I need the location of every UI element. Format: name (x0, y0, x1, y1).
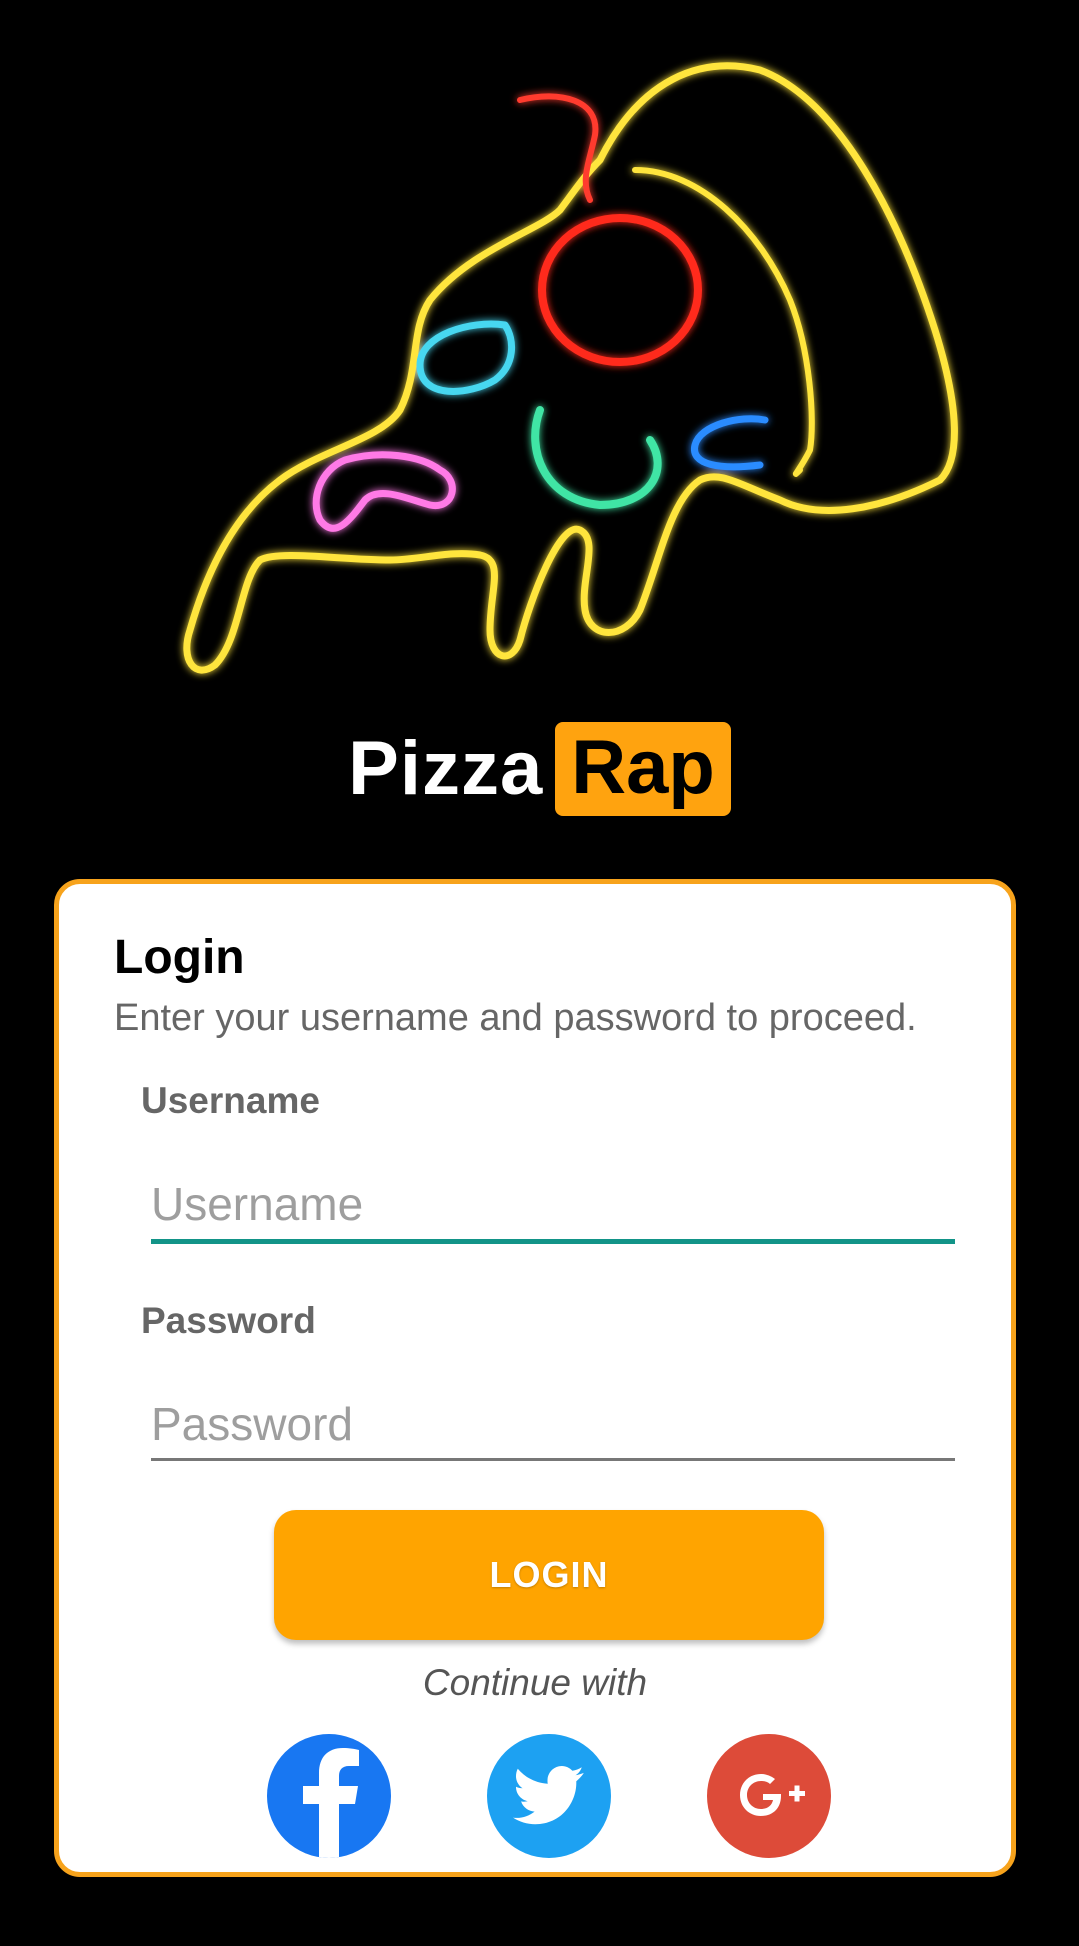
neon-pizza-logo (183, 62, 958, 674)
login-title: Login (114, 931, 245, 984)
continue-with-label: Continue with (422, 1662, 648, 1703)
facebook-login-button[interactable] (267, 1734, 391, 1858)
twitter-icon (513, 1766, 584, 1825)
facebook-icon (303, 1748, 359, 1858)
password-label: Password (141, 1300, 316, 1341)
login-subtitle: Enter your username and password to proc… (114, 997, 917, 1039)
hero-banner: Pizza Rap (0, 0, 1079, 870)
brand-logo: Pizza Rap (0, 722, 1079, 816)
google-plus-icon (740, 1774, 805, 1816)
brand-name-badge: Rap (555, 722, 731, 816)
username-underline (151, 1239, 955, 1244)
username-label: Username (141, 1080, 320, 1121)
login-card: Login Enter your username and password t… (54, 879, 1016, 1877)
brand-name-primary: Pizza (348, 726, 544, 811)
twitter-login-button[interactable] (487, 1734, 611, 1858)
password-underline (151, 1458, 955, 1461)
google-plus-login-button[interactable] (707, 1734, 831, 1858)
password-input[interactable] (151, 1389, 955, 1459)
username-input[interactable] (151, 1169, 955, 1239)
login-button[interactable]: LOGIN (274, 1510, 824, 1640)
